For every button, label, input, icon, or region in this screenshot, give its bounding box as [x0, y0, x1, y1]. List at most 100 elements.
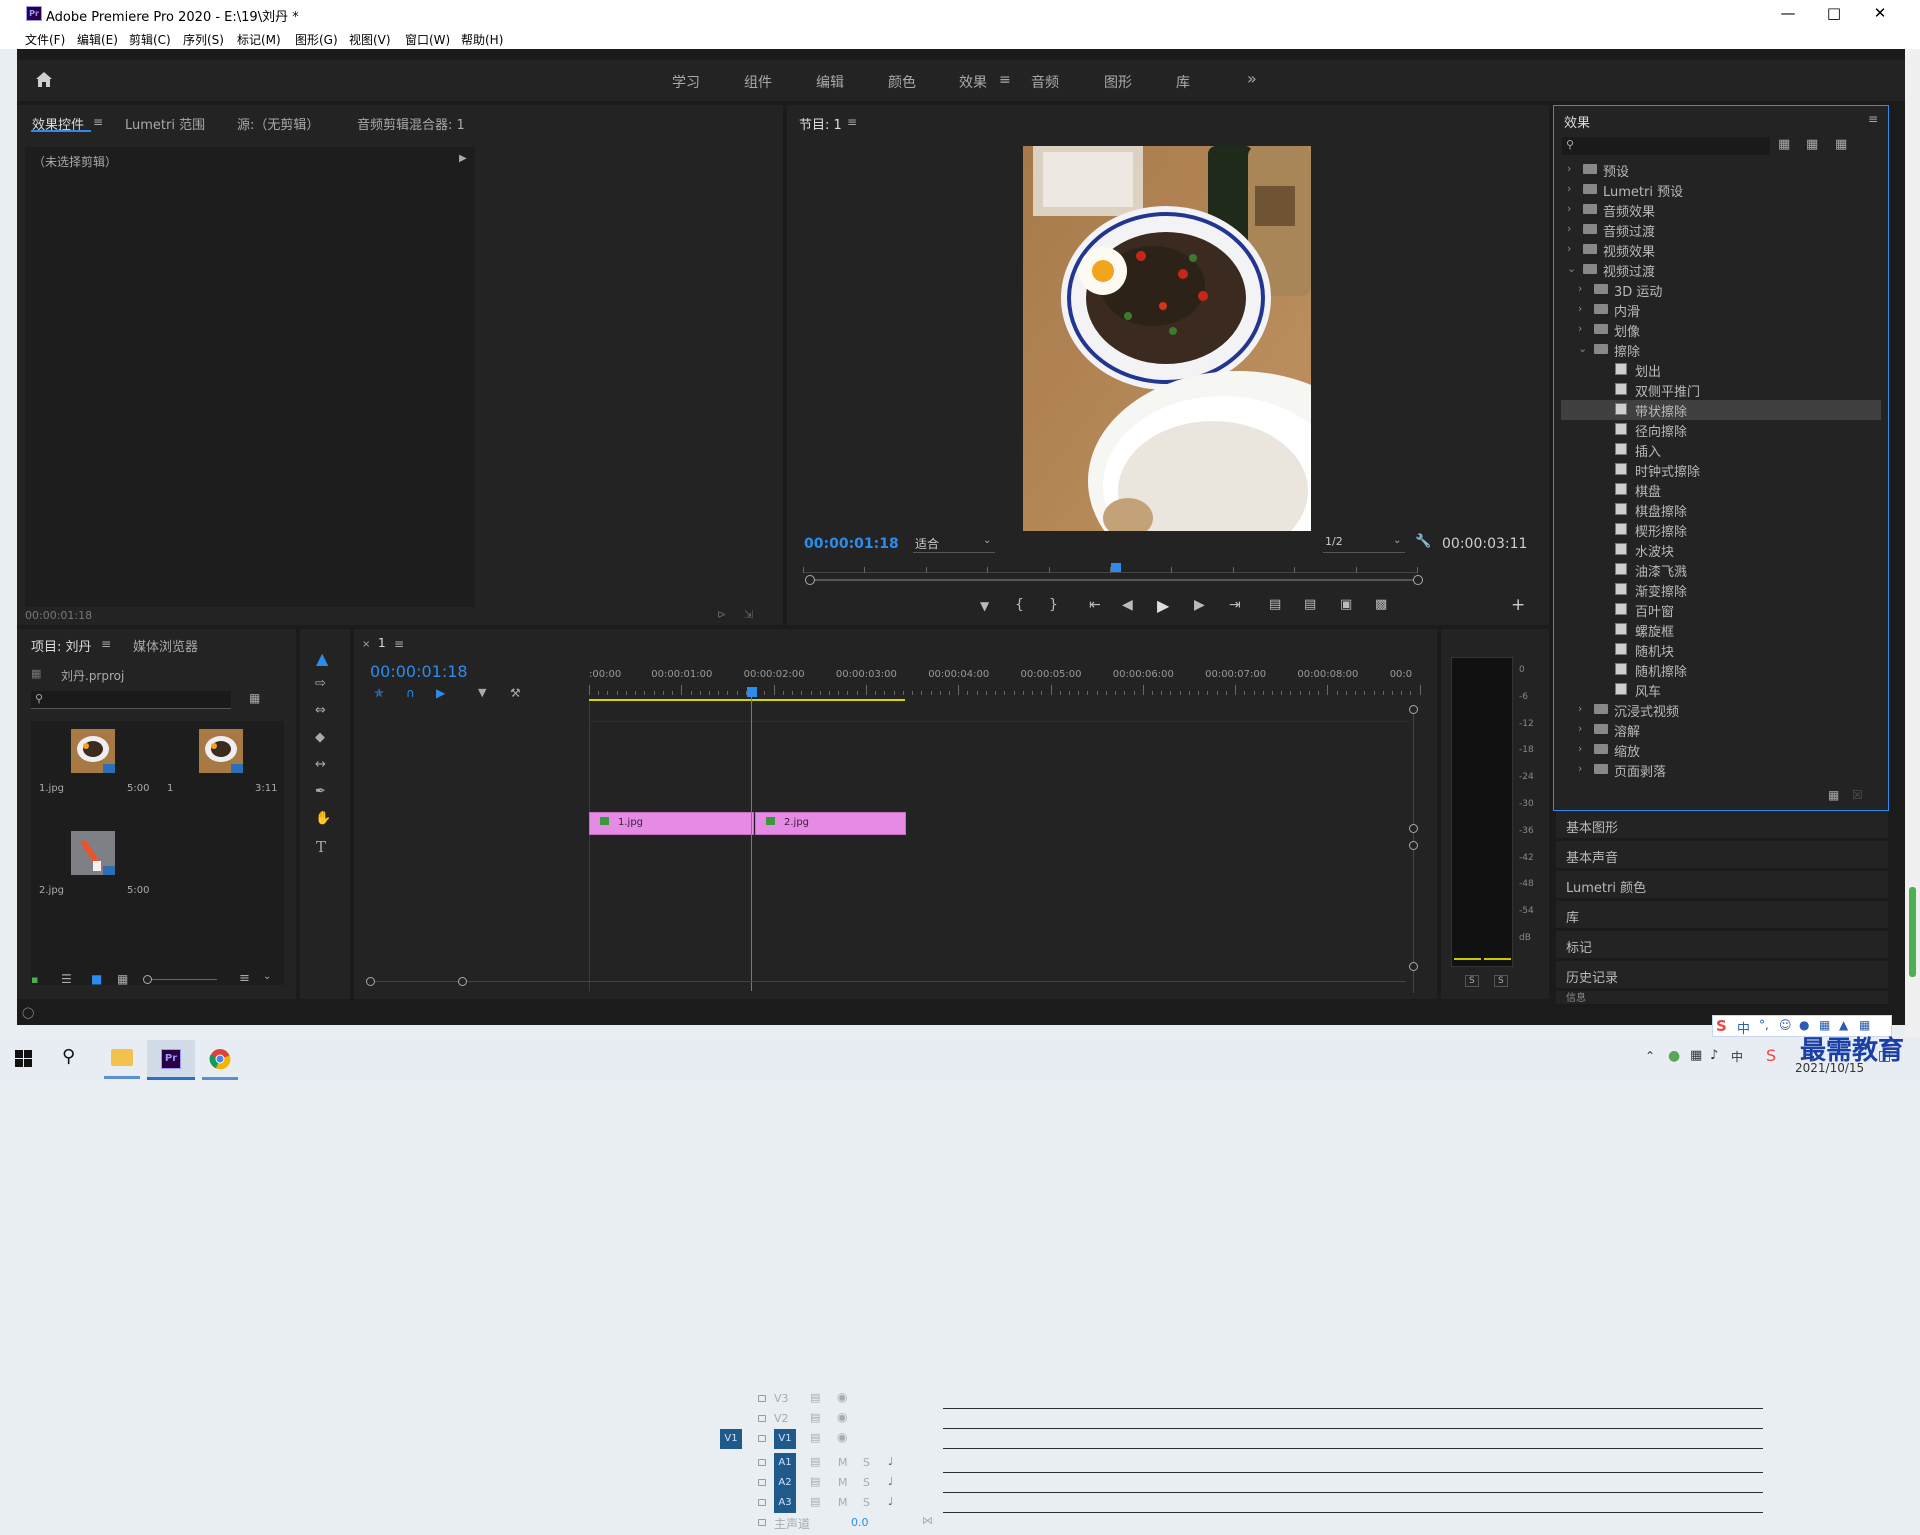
effect-item[interactable]: 楔形擦除	[1561, 520, 1881, 540]
go-to-out-icon[interactable]: ⇥	[1229, 597, 1241, 613]
effect-item[interactable]: 螺旋框	[1561, 620, 1881, 640]
workspace-libraries[interactable]: 库	[1176, 72, 1190, 92]
horizontal-zoom-scrollbar[interactable]	[366, 981, 1406, 982]
maximize-button[interactable]: □	[1811, 0, 1857, 27]
project-search-input[interactable]: ⚲	[31, 691, 231, 709]
toggle-track-output-eye-icon[interactable]: ◉	[837, 1410, 847, 1424]
toggle-sync-lock-icon[interactable]: ▤	[810, 1391, 820, 1404]
effect-folder[interactable]: › 内滑	[1561, 300, 1881, 320]
source-patch-v1[interactable]: V1	[720, 1429, 742, 1449]
tab-media-browser[interactable]: 媒体浏览器	[133, 636, 198, 655]
chevron-right-icon[interactable]: ›	[1578, 702, 1582, 715]
solo-track-button[interactable]: S	[863, 1456, 870, 1469]
chevron-right-icon[interactable]: ›	[1578, 302, 1582, 315]
solo-left-button[interactable]: S	[1465, 975, 1479, 987]
menu-view[interactable]: 视图(V)	[349, 31, 391, 48]
timeline-playhead-handle[interactable]	[747, 687, 757, 697]
program-mini-ruler[interactable]	[803, 563, 1418, 573]
effect-folder[interactable]: › 溶解	[1561, 720, 1881, 740]
track-target-a2[interactable]: A2	[774, 1473, 796, 1493]
zoom-scrollbar[interactable]	[805, 575, 1423, 585]
track-target-v3[interactable]: V3	[774, 1392, 789, 1405]
chevron-down-icon[interactable]: ⌄	[1578, 342, 1587, 355]
tab-program[interactable]: 节目: 1	[799, 114, 842, 133]
track-lock-icon[interactable]	[758, 1435, 766, 1442]
chevron-right-icon[interactable]: ›	[1578, 722, 1582, 735]
effect-item[interactable]: 带状擦除	[1561, 400, 1881, 420]
punctuation-icon[interactable]: °,	[1759, 1018, 1769, 1032]
toggle-sync-lock-icon[interactable]: ▤	[810, 1495, 820, 1508]
panel-menu-icon[interactable]: ≡	[93, 115, 103, 129]
export-frame-icon[interactable]: ⇲	[744, 608, 753, 621]
mute-track-button[interactable]: M	[838, 1456, 848, 1469]
workspace-assembly[interactable]: 组件	[744, 72, 772, 92]
effect-item[interactable]: 径向擦除	[1561, 420, 1881, 440]
search-icon[interactable]: ⚲	[62, 1046, 75, 1067]
workspace-audio[interactable]: 音频	[1031, 72, 1059, 92]
icon-view-icon[interactable]: ■	[91, 972, 102, 986]
comparison-view-icon[interactable]: ▩	[1375, 597, 1387, 612]
linked-selection-icon[interactable]: ▶	[436, 686, 445, 700]
solo-track-button[interactable]: S	[863, 1476, 870, 1489]
more-workspaces-icon[interactable]: »	[1247, 69, 1257, 88]
chevron-down-icon[interactable]: ⌄	[263, 971, 271, 982]
list-view-icon[interactable]: ☰	[61, 972, 72, 986]
chevron-right-icon[interactable]: ›	[1578, 742, 1582, 755]
toggle-track-output-eye-icon[interactable]: ◉	[837, 1430, 847, 1444]
effect-item[interactable]: 时钟式擦除	[1561, 460, 1881, 480]
sogou-icon[interactable]: S	[1716, 1017, 1727, 1035]
lift-icon[interactable]: ▤	[1269, 597, 1281, 612]
taskbar-explorer[interactable]	[98, 1040, 146, 1080]
window-scrollbar[interactable]	[1905, 49, 1920, 1037]
go-to-in-icon[interactable]: ⇤	[1089, 597, 1101, 613]
chevron-right-icon[interactable]: ›	[1567, 202, 1571, 215]
track-lock-icon[interactable]	[758, 1499, 766, 1506]
menu-graphics[interactable]: 图形(G)	[295, 31, 338, 48]
effect-folder[interactable]: › 缩放	[1561, 740, 1881, 760]
track-lock-icon[interactable]	[758, 1459, 766, 1466]
project-item[interactable]: 1.jpg 5:00	[31, 721, 156, 821]
step-back-icon[interactable]: ◀	[1122, 597, 1133, 613]
solo-right-button[interactable]: S	[1494, 975, 1508, 987]
ime-mode[interactable]: 中	[1737, 1018, 1750, 1037]
track-lock-icon[interactable]	[758, 1519, 766, 1526]
collapsed-panel[interactable]: Lumetri 颜色	[1556, 871, 1888, 899]
selection-tool-icon[interactable]: ▲	[316, 649, 328, 668]
collapsed-panel[interactable]: 基本声音	[1556, 841, 1888, 869]
chevron-down-icon[interactable]: ⌄	[1567, 262, 1576, 275]
track-target-v2[interactable]: V2	[774, 1412, 789, 1425]
timeline-settings-icon[interactable]: ⚒	[510, 686, 521, 700]
delete-icon[interactable]: ☒	[1852, 788, 1863, 802]
track-target-v1[interactable]: V1	[774, 1429, 796, 1449]
track-lock-icon[interactable]	[758, 1395, 766, 1402]
scrollbar-thumb[interactable]	[1909, 887, 1916, 977]
track-select-tool-icon[interactable]: ⇨	[315, 676, 326, 691]
effect-folder[interactable]: ⌄ 擦除	[1561, 340, 1881, 360]
taskbar-chrome[interactable]	[196, 1040, 244, 1080]
workspace-editing[interactable]: 编辑	[816, 72, 844, 92]
master-volume-value[interactable]: 0.0	[851, 1516, 869, 1529]
chevron-right-icon[interactable]: ›	[1578, 322, 1582, 335]
chevron-right-icon[interactable]: ›	[1567, 182, 1571, 195]
volume-icon[interactable]: ♪	[1710, 1048, 1718, 1063]
workspace-learn[interactable]: 学习	[672, 72, 700, 92]
windows-start-icon[interactable]	[15, 1050, 32, 1067]
sort-icon[interactable]: ≡	[239, 971, 250, 986]
effect-item[interactable]: 油漆飞溅	[1561, 560, 1881, 580]
add-button-icon[interactable]: +	[1511, 595, 1525, 615]
mute-track-button[interactable]: M	[838, 1476, 848, 1489]
toggle-sync-lock-icon[interactable]: ▤	[810, 1455, 820, 1468]
type-tool-icon[interactable]: T	[316, 838, 326, 856]
effect-item[interactable]: 棋盘	[1561, 480, 1881, 500]
tab-lumetri-scopes[interactable]: Lumetri 范围	[125, 114, 205, 133]
effect-item[interactable]: 划出	[1561, 360, 1881, 380]
resolution-dropdown[interactable]: 1/2 ⌄	[1323, 533, 1405, 553]
expand-arrow-icon[interactable]: ▶	[459, 153, 467, 164]
collapsed-panel[interactable]: 历史记录	[1556, 961, 1888, 989]
effect-item[interactable]: 双侧平推门	[1561, 380, 1881, 400]
effect-folder[interactable]: › Lumetri 预设	[1561, 180, 1881, 200]
clip-2jpg[interactable]: 2.jpg	[755, 812, 906, 835]
project-item[interactable]: 1 3:11	[159, 721, 284, 821]
tab-audio-clip-mixer[interactable]: 音频剪辑混合器: 1	[357, 114, 465, 133]
program-menu-icon[interactable]: ≡	[847, 115, 857, 129]
